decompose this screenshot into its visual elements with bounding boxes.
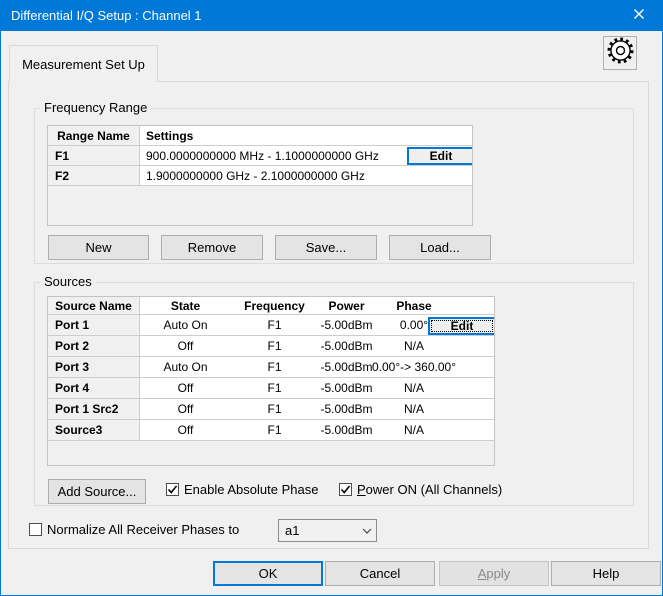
frequency-cell: F1 xyxy=(231,420,318,440)
window-title: Differential I/Q Setup : Channel 1 xyxy=(11,1,202,31)
chevron-down-icon xyxy=(358,528,376,534)
column-header: Source Name xyxy=(48,297,140,314)
source-name-cell: Port 4 xyxy=(48,378,140,398)
state-cell: Off xyxy=(140,378,231,398)
power-cell: -5.00dBm xyxy=(318,399,375,419)
range-settings-cell: 1.9000000000 GHz - 2.1000000000 GHz xyxy=(140,166,472,185)
tab-measurement-setup[interactable]: Measurement Set Up xyxy=(9,45,158,82)
checkbox-box xyxy=(29,523,42,536)
receiver-select-dropdown[interactable]: a1 xyxy=(278,519,377,542)
table-row[interactable]: Port 2 Off F1 -5.00dBm N/A xyxy=(48,336,494,357)
state-cell: Auto On xyxy=(140,315,231,335)
table-row[interactable]: Port 3 Auto On F1 -5.00dBm 0.00°-> 360.0… xyxy=(48,357,494,378)
checkbox-label: Normalize All Receiver Phases to xyxy=(47,522,239,537)
checkbox-box xyxy=(339,483,352,496)
add-source-button[interactable]: Add Source... xyxy=(48,479,146,504)
frequency-cell: F1 xyxy=(231,357,318,377)
frequency-cell: F1 xyxy=(231,315,318,335)
sources-group: Sources Source Name State Frequency Powe… xyxy=(34,282,634,506)
column-header: State xyxy=(140,297,231,314)
table-row[interactable]: Source3 Off F1 -5.00dBm N/A xyxy=(48,420,494,441)
table-row[interactable]: F2 1.9000000000 GHz - 2.1000000000 GHz xyxy=(48,166,472,186)
checkbox-label: Power ON (All Channels) xyxy=(357,482,502,497)
state-cell: Off xyxy=(140,399,231,419)
power-cell: -5.00dBm xyxy=(318,420,375,440)
source-name-cell: Port 1 xyxy=(48,315,140,335)
tab-label: Measurement Set Up xyxy=(22,57,145,72)
source-name-cell: Port 2 xyxy=(48,336,140,356)
phase-cell: N/A xyxy=(375,399,453,419)
column-header: Settings xyxy=(140,126,472,145)
column-header: Power xyxy=(318,297,375,314)
source-edit-button[interactable]: Edit xyxy=(428,317,495,335)
column-header: Range Name xyxy=(48,126,140,145)
dropdown-value: a1 xyxy=(279,523,358,538)
column-header: Frequency xyxy=(231,297,318,314)
table-row[interactable]: Port 4 Off F1 -5.00dBm N/A xyxy=(48,378,494,399)
remove-button[interactable]: Remove xyxy=(161,235,263,260)
source-name-cell: Port 1 Src2 xyxy=(48,399,140,419)
power-on-checkbox[interactable]: Power ON (All Channels) xyxy=(339,482,502,497)
new-button[interactable]: New xyxy=(48,235,149,260)
enable-absolute-phase-checkbox[interactable]: Enable Absolute Phase xyxy=(166,482,318,497)
phase-cell: N/A xyxy=(375,336,453,356)
close-icon xyxy=(633,7,645,25)
ok-button[interactable]: OK xyxy=(213,561,323,586)
power-cell: -5.00dBm xyxy=(318,378,375,398)
checkbox-box xyxy=(166,483,179,496)
titlebar: Differential I/Q Setup : Channel 1 xyxy=(1,1,662,31)
checkbox-label: Enable Absolute Phase xyxy=(184,482,318,497)
phase-cell: N/A xyxy=(375,378,453,398)
load-button[interactable]: Load... xyxy=(389,235,491,260)
normalize-phases-checkbox[interactable]: Normalize All Receiver Phases to xyxy=(29,522,239,537)
settings-button[interactable] xyxy=(603,36,637,70)
phase-cell: 0.00°-> 360.00° xyxy=(375,357,453,377)
gear-icon xyxy=(607,37,634,69)
state-cell: Off xyxy=(140,336,231,356)
state-cell: Auto On xyxy=(140,357,231,377)
phase-cell: N/A xyxy=(375,420,453,440)
help-button[interactable]: Help xyxy=(551,561,661,586)
power-cell: -5.00dBm xyxy=(318,357,375,377)
source-name-cell: Source3 xyxy=(48,420,140,440)
save-button[interactable]: Save... xyxy=(275,235,377,260)
power-cell: -5.00dBm xyxy=(318,336,375,356)
frequency-range-group: Frequency Range Range Name Settings F1 9… xyxy=(34,108,634,264)
frequency-range-table: Range Name Settings F1 900.0000000000 MH… xyxy=(47,125,473,226)
source-name-cell: Port 3 xyxy=(48,357,140,377)
column-header: Phase xyxy=(375,297,453,314)
sources-label: Sources xyxy=(40,274,96,289)
frequency-cell: F1 xyxy=(231,399,318,419)
power-cell: -5.00dBm xyxy=(318,315,375,335)
table-header-row: Source Name State Frequency Power Phase xyxy=(48,297,494,315)
cancel-button[interactable]: Cancel xyxy=(325,561,435,586)
frequency-cell: F1 xyxy=(231,378,318,398)
dialog-window: Differential I/Q Setup : Channel 1 Measu… xyxy=(0,0,663,596)
range-name-cell: F1 xyxy=(48,146,140,165)
frequency-range-label: Frequency Range xyxy=(40,100,151,115)
sources-table: Source Name State Frequency Power Phase … xyxy=(47,296,495,466)
apply-button: Apply xyxy=(439,561,549,586)
state-cell: Off xyxy=(140,420,231,440)
table-row[interactable]: Port 1 Src2 Off F1 -5.00dBm N/A xyxy=(48,399,494,420)
frequency-edit-button[interactable]: Edit xyxy=(407,147,473,165)
range-name-cell: F2 xyxy=(48,166,140,185)
close-button[interactable] xyxy=(616,1,662,31)
frequency-cell: F1 xyxy=(231,336,318,356)
table-header-row: Range Name Settings xyxy=(48,126,472,146)
